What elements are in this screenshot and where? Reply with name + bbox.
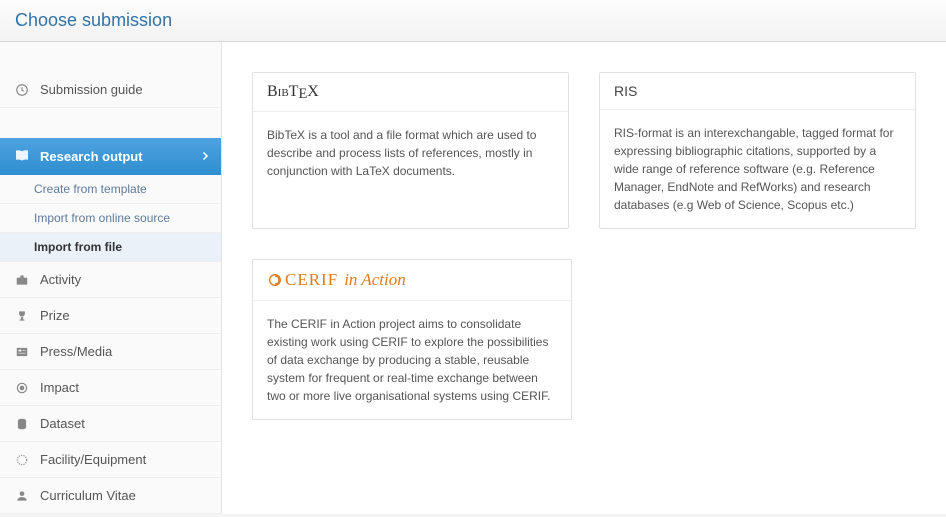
card-body: RIS-format is an interexchangable, tagge… bbox=[600, 110, 915, 228]
card-ris[interactable]: RIS RIS-format is an interexchangable, t… bbox=[599, 72, 916, 229]
sidebar-subitem-import-file[interactable]: Import from file bbox=[0, 233, 221, 262]
briefcase-icon bbox=[12, 273, 32, 287]
card-header: BibTeX bbox=[253, 73, 568, 112]
gear-icon bbox=[12, 453, 32, 467]
sidebar-subitem-import-online[interactable]: Import from online source bbox=[0, 204, 221, 233]
main-content: BibTeX BibTeX is a tool and a file forma… bbox=[222, 42, 946, 514]
clock-icon bbox=[12, 83, 32, 97]
card-body: The CERIF in Action project aims to cons… bbox=[253, 301, 571, 419]
card-title: RIS bbox=[614, 83, 637, 99]
sidebar-item-prize[interactable]: Prize bbox=[0, 298, 221, 334]
card-bibtex[interactable]: BibTeX BibTeX is a tool and a file forma… bbox=[252, 72, 569, 229]
sidebar-subitem-label: Import from online source bbox=[34, 211, 170, 225]
database-icon bbox=[12, 417, 32, 431]
sidebar-item-label: Dataset bbox=[40, 416, 85, 431]
sidebar-item-label: Prize bbox=[40, 308, 70, 323]
sidebar-subitem-label: Import from file bbox=[34, 240, 122, 254]
card-body: BibTeX is a tool and a file format which… bbox=[253, 112, 568, 212]
target-icon bbox=[12, 381, 32, 395]
sidebar-item-label: Research output bbox=[40, 149, 143, 164]
sidebar-item-label: Press/Media bbox=[40, 344, 112, 359]
sidebar-subitem-create-template[interactable]: Create from template bbox=[0, 175, 221, 204]
card-header: CERIF in Action bbox=[253, 260, 571, 301]
page-header: Choose submission bbox=[0, 0, 946, 42]
sidebar-item-cv[interactable]: Curriculum Vitae bbox=[0, 478, 221, 514]
sidebar: Submission guide Research output Create … bbox=[0, 42, 222, 514]
newspaper-icon bbox=[12, 345, 32, 359]
sidebar-subitem-label: Create from template bbox=[34, 182, 147, 196]
page-title: Choose submission bbox=[15, 10, 931, 31]
sidebar-item-impact[interactable]: Impact bbox=[0, 370, 221, 406]
sidebar-item-label: Impact bbox=[40, 380, 79, 395]
cerif-logo: CERIF in Action bbox=[267, 270, 406, 290]
sidebar-item-label: Activity bbox=[40, 272, 81, 287]
sidebar-item-dataset[interactable]: Dataset bbox=[0, 406, 221, 442]
trophy-icon bbox=[12, 309, 32, 323]
sidebar-item-submission-guide[interactable]: Submission guide bbox=[0, 72, 221, 108]
person-icon bbox=[12, 489, 32, 503]
sidebar-item-label: Facility/Equipment bbox=[40, 452, 146, 467]
sidebar-item-activity[interactable]: Activity bbox=[0, 262, 221, 298]
chevron-right-icon bbox=[199, 149, 211, 163]
card-cerif[interactable]: CERIF in Action The CERIF in Action proj… bbox=[252, 259, 572, 420]
bibtex-logo: BibTeX bbox=[267, 83, 319, 101]
sidebar-item-label: Curriculum Vitae bbox=[40, 488, 136, 503]
sidebar-item-research-output[interactable]: Research output bbox=[0, 138, 221, 175]
sidebar-item-press-media[interactable]: Press/Media bbox=[0, 334, 221, 370]
card-header: RIS bbox=[600, 73, 915, 110]
sidebar-item-label: Submission guide bbox=[40, 82, 143, 97]
book-icon bbox=[12, 148, 32, 164]
sidebar-item-facility-equipment[interactable]: Facility/Equipment bbox=[0, 442, 221, 478]
